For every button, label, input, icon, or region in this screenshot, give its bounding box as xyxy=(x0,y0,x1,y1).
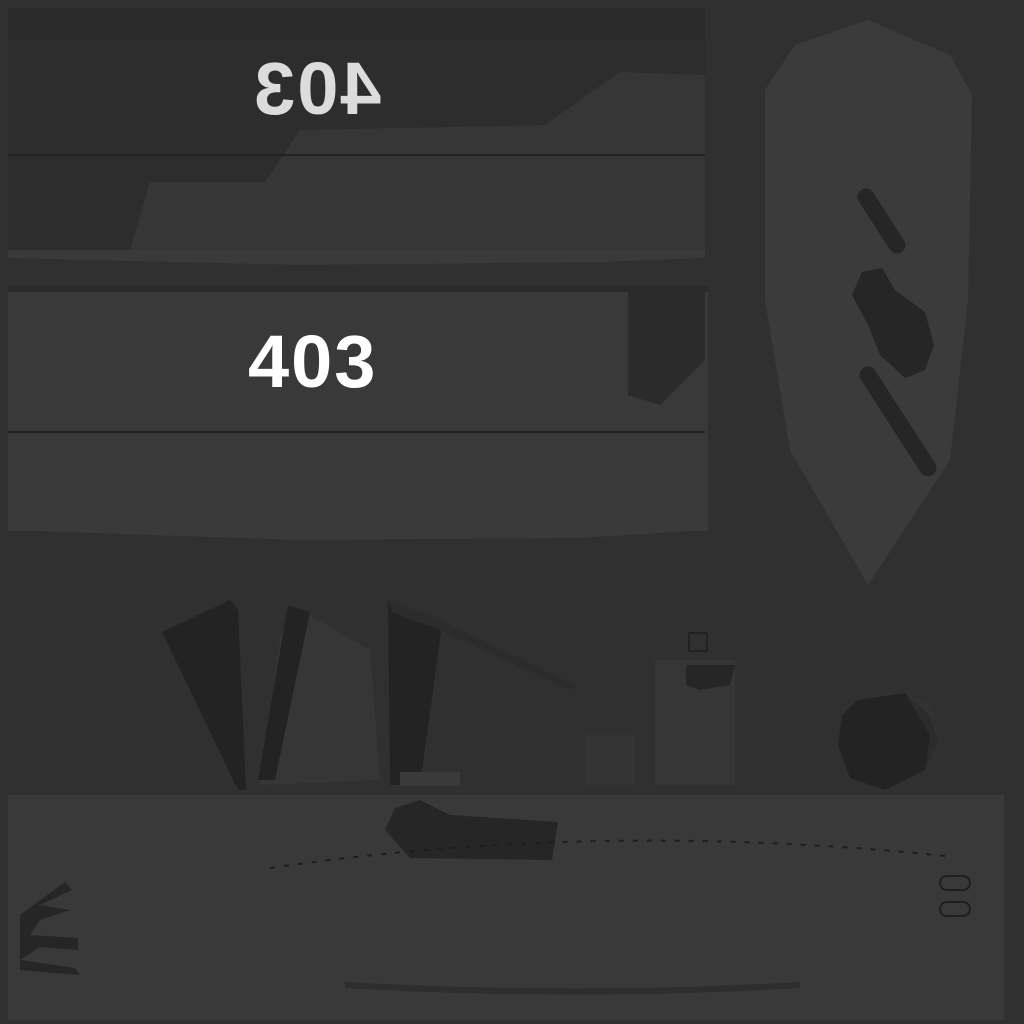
fin-shape-1 xyxy=(162,600,246,790)
label-403-mirrored: 403 xyxy=(252,47,382,130)
label-403: 403 xyxy=(248,320,378,403)
top-panel-edge xyxy=(8,250,705,265)
small-block-2 xyxy=(585,735,635,785)
texture-atlas: 403 403 xyxy=(0,0,1024,1024)
fin-base xyxy=(400,772,460,786)
texture-shapes xyxy=(8,8,1004,1020)
small-square-marker xyxy=(688,632,708,652)
top-panel-dark-band xyxy=(8,8,705,40)
middle-panel-top-edge xyxy=(8,286,708,292)
middle-panel-edge xyxy=(8,525,705,540)
fin-shape-3 xyxy=(388,600,442,785)
